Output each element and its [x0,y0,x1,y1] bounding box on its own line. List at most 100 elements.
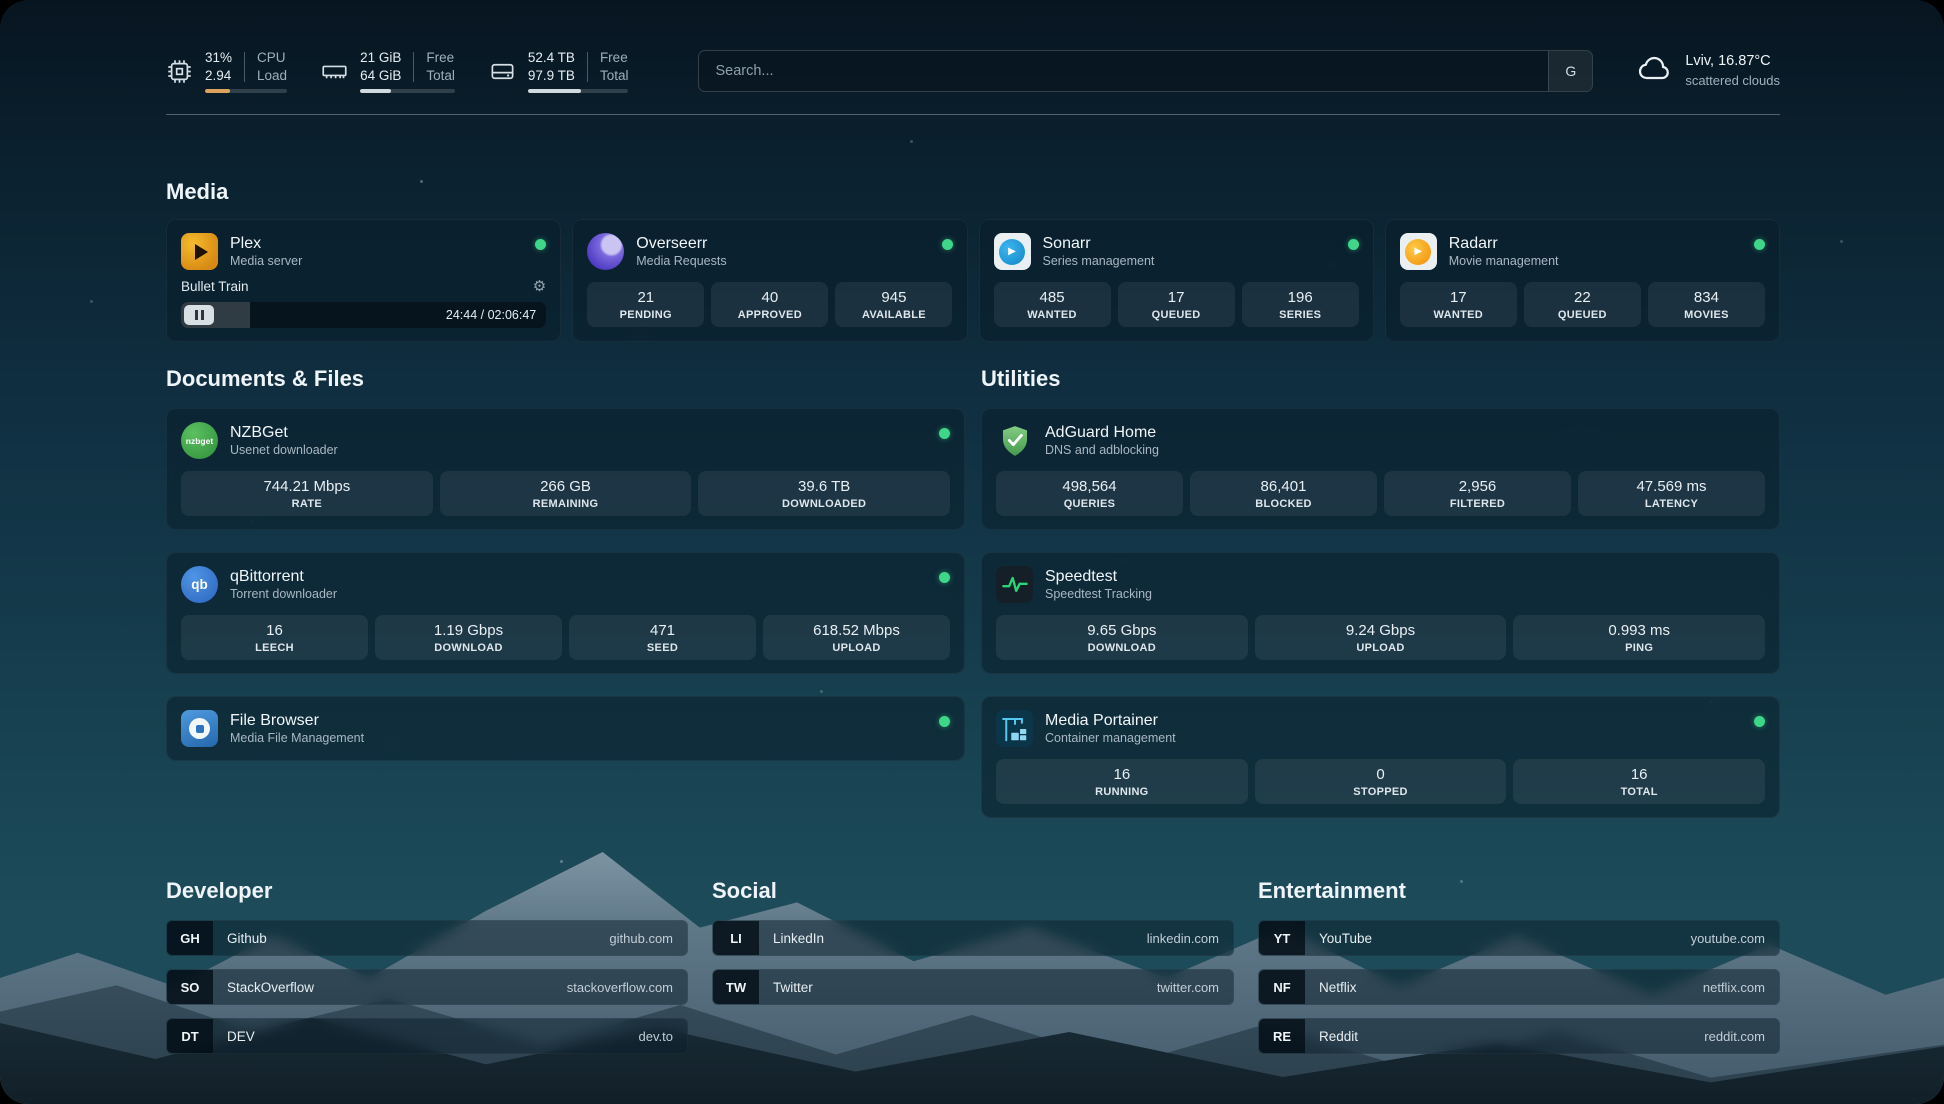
bookmark-abbr: DT [167,1019,213,1053]
status-dot [535,239,546,250]
bookmark-name: YouTube [1319,931,1372,946]
bookmark-youtube[interactable]: YT YouTube youtube.com [1258,920,1780,956]
portainer-logo-icon [996,710,1033,747]
weather-location: Lviv, 16.87°C [1685,52,1780,72]
status-dot [939,428,950,439]
memory-free-value: 21 GiB [360,49,401,67]
stat-upload: 618.52 MbpsUPLOAD [763,615,950,660]
stat-total: 16TOTAL [1513,759,1765,804]
stat-rate: 744.21 MbpsRATE [181,471,433,516]
section-title-social: Social [712,878,1234,904]
bookmark-netflix[interactable]: NF Netflix netflix.com [1258,969,1780,1005]
stat-stopped: 0STOPPED [1255,759,1507,804]
bookmark-name: Twitter [773,980,813,995]
divider [413,52,414,82]
app-description: Media File Management [230,731,364,747]
stat-queued: 22QUEUED [1524,282,1641,327]
overseerr-card[interactable]: Overseerr Media Requests 21PENDING 40APP… [572,219,967,342]
bookmark-github[interactable]: GH Github github.com [166,920,688,956]
cpu-progress-bar [205,89,287,93]
stat-series: 196SERIES [1242,282,1359,327]
radarr-card[interactable]: ▶ Radarr Movie management 17WANTED 22QUE… [1385,219,1780,342]
stat-filtered: 2,956FILTERED [1384,471,1571,516]
bookmark-linkedin[interactable]: LI LinkedIn linkedin.com [712,920,1234,956]
adguard-card[interactable]: AdGuard Home DNS and adblocking 498,564Q… [981,408,1780,530]
status-dot [939,572,950,583]
app-name: Sonarr [1043,234,1155,254]
bookmark-abbr: NF [1259,970,1305,1004]
bookmark-name: Github [227,931,267,946]
app-name: Speedtest [1045,567,1152,587]
playback-progress-bar: 24:44 / 02:06:47 [181,302,546,328]
cpu-chip-icon [166,58,193,85]
bookmark-reddit[interactable]: RE Reddit reddit.com [1258,1018,1780,1054]
app-name: Radarr [1449,234,1559,254]
app-name: Media Portainer [1045,711,1176,731]
filebrowser-card[interactable]: File Browser Media File Management [166,696,965,761]
qbittorrent-card[interactable]: qb qBittorrent Torrent downloader 16LEEC… [166,552,965,674]
app-description: Usenet downloader [230,443,338,459]
stat-upload: 9.24 GbpsUPLOAD [1255,615,1507,660]
sonarr-card[interactable]: ▶ Sonarr Series management 485WANTED 17Q… [979,219,1374,342]
cpu-usage-value: 31% [205,49,232,67]
dashboard-screen: 31% 2.94 CPU Load [0,0,1944,1104]
memory-total-value: 64 GiB [360,67,401,85]
bookmark-dev[interactable]: DT DEV dev.to [166,1018,688,1054]
bookmark-abbr: GH [167,921,213,955]
weather-condition: scattered clouds [1685,72,1780,90]
portainer-card[interactable]: Media Portainer Container management 16R… [981,696,1780,818]
bookmark-stackoverflow[interactable]: SO StackOverflow stackoverflow.com [166,969,688,1005]
disk-free-value: 52.4 TB [528,49,575,67]
social-column: Social LI LinkedIn linkedin.com TW Twitt… [712,878,1234,1054]
stat-wanted: 485WANTED [994,282,1111,327]
app-name: qBittorrent [230,567,337,587]
now-playing-title: Bullet Train [181,279,249,294]
speedtest-logo-icon [996,566,1033,603]
adguard-logo-icon [996,422,1033,459]
bookmark-url: youtube.com [1691,931,1765,946]
search-bar: G [698,50,1593,92]
cloud-icon [1637,51,1673,92]
bookmark-url: dev.to [639,1029,673,1044]
disk-label-free: Free [600,49,629,67]
stat-ping: 0.993 msPING [1513,615,1765,660]
app-name: Plex [230,234,302,254]
section-title-developer: Developer [166,878,688,904]
status-dot [939,716,950,727]
app-name: Overseerr [636,234,726,254]
pause-button[interactable] [184,305,214,325]
cpu-label: CPU [257,49,287,67]
bookmark-abbr: SO [167,970,213,1004]
memory-widget: 21 GiB 64 GiB Free Total [321,49,455,93]
weather-widget: Lviv, 16.87°C scattered clouds [1637,51,1780,92]
status-dot [942,239,953,250]
app-description: Series management [1043,254,1155,270]
divider [244,52,245,82]
gear-icon[interactable]: ⚙ [533,279,546,294]
cpu-widget: 31% 2.94 CPU Load [166,49,287,93]
hard-drive-icon [489,58,516,85]
nzbget-card[interactable]: nzbget NZBGet Usenet downloader 744.21 M… [166,408,965,530]
bookmark-name: LinkedIn [773,931,824,946]
cpu-load-value: 2.94 [205,67,232,85]
app-name: File Browser [230,711,364,731]
cpu-label-2: Load [257,67,287,85]
speedtest-card[interactable]: Speedtest Speedtest Tracking 9.65 GbpsDO… [981,552,1780,674]
memory-label-total: Total [426,67,455,85]
bookmark-url: reddit.com [1704,1029,1765,1044]
bookmark-twitter[interactable]: TW Twitter twitter.com [712,969,1234,1005]
stat-movies: 834MOVIES [1648,282,1765,327]
app-name: AdGuard Home [1045,423,1159,443]
plex-card[interactable]: Plex Media server Bullet Train ⚙ 24:44 /… [166,219,561,342]
app-description: Media server [230,254,302,270]
bookmark-name: Netflix [1319,980,1357,995]
search-engine-button[interactable]: G [1548,51,1592,91]
divider [587,52,588,82]
playback-time: 24:44 / 02:06:47 [446,308,536,322]
bookmark-name: DEV [227,1029,255,1044]
search-input[interactable] [699,51,1548,91]
bookmark-url: netflix.com [1703,980,1765,995]
stat-download: 9.65 GbpsDOWNLOAD [996,615,1248,660]
bookmark-url: linkedin.com [1147,931,1219,946]
radarr-logo-icon: ▶ [1400,233,1437,270]
